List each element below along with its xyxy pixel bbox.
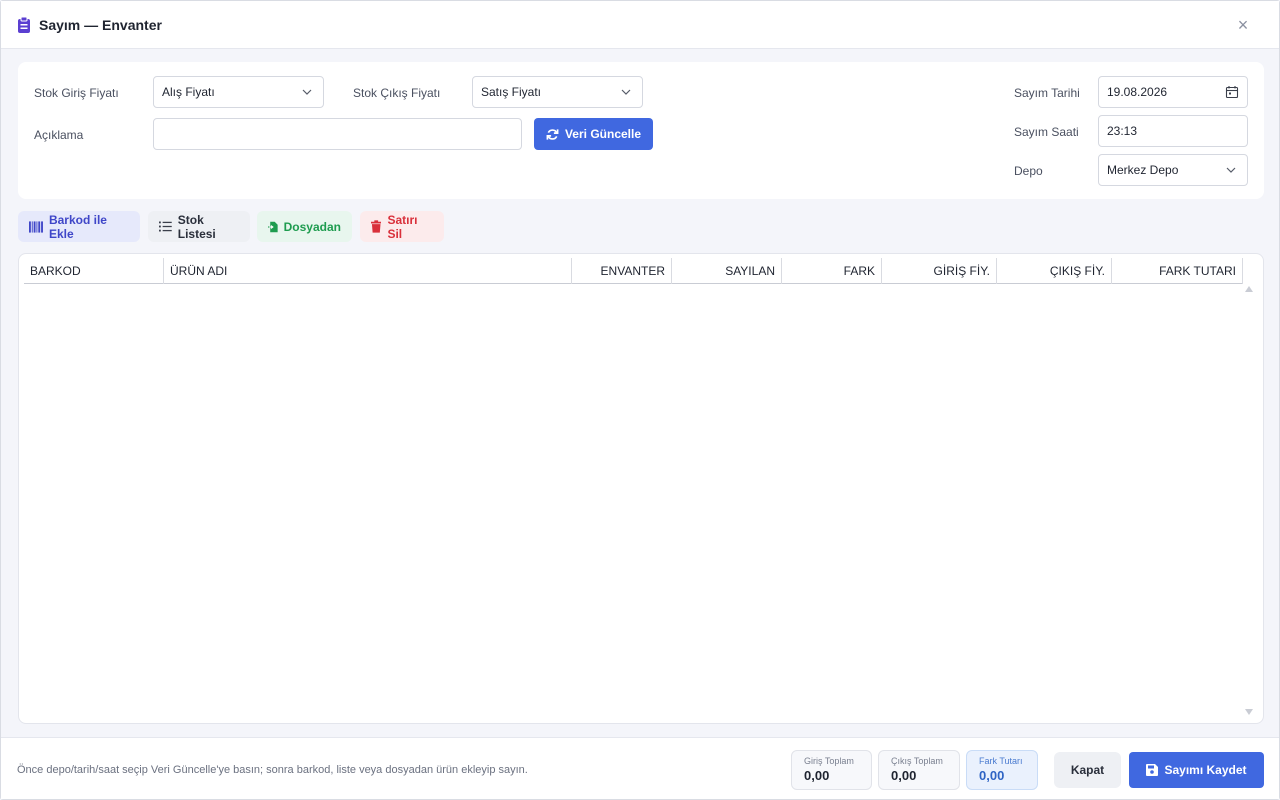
close-button[interactable]: Kapat (1054, 752, 1121, 788)
stock-in-price-label: Stok Giriş Fiyatı (34, 86, 119, 100)
clipboard-icon (17, 16, 31, 33)
stock-list-button[interactable]: Stok Listesi (148, 211, 250, 242)
import-from-file-label: Dosyadan (283, 219, 341, 234)
barcode-icon (29, 220, 43, 233)
footer-hint: Önce depo/tarih/saat seçip Veri Güncelle… (17, 764, 528, 776)
scroll-up-arrow-icon[interactable] (1245, 286, 1253, 292)
refresh-data-button[interactable]: Veri Güncelle (534, 118, 653, 150)
calendar-icon[interactable] (1225, 85, 1239, 99)
out-total-label: Çıkış Toplam (891, 756, 943, 766)
stock-out-price-value: Satış Fiyatı (481, 85, 542, 99)
column-header-difference[interactable]: FARK (782, 258, 882, 284)
column-header-counted[interactable]: SAYILAN (672, 258, 782, 284)
warehouse-select[interactable]: Merkez Depo (1098, 154, 1248, 186)
scroll-down-arrow-icon[interactable] (1245, 709, 1253, 715)
chevron-down-icon (621, 89, 631, 95)
stock-out-price-label: Stok Çıkış Fiyatı (353, 86, 441, 100)
column-header-product-name[interactable]: ÜRÜN ADI (164, 258, 572, 284)
column-header-inventory[interactable]: ENVANTER (572, 258, 672, 284)
import-from-file-button[interactable]: Dosyadan (257, 211, 352, 242)
save-count-label: Sayımı Kaydet (1164, 763, 1247, 777)
stock-out-price-select[interactable]: Satış Fiyatı (472, 76, 643, 108)
list-icon (159, 221, 172, 232)
title-bar: Sayım — Envanter × (1, 1, 1279, 49)
refresh-button-label: Veri Güncelle (564, 127, 642, 141)
save-count-button[interactable]: Sayımı Kaydet (1129, 752, 1264, 788)
difference-total-value: 0,00 (979, 768, 1005, 783)
column-header-difference-amount[interactable]: FARK TUTARI (1112, 258, 1243, 284)
warehouse-value: Merkez Depo (1107, 163, 1179, 177)
save-icon (1146, 764, 1159, 776)
column-header-barcode[interactable]: BARKOD (24, 258, 164, 284)
warehouse-label: Depo (1014, 164, 1043, 178)
delete-row-button[interactable]: Satırı Sil (360, 211, 444, 242)
stock-list-label: Stok Listesi (177, 212, 216, 241)
add-by-barcode-label: Barkod ile Ekle (48, 212, 107, 241)
table-header: BARKOD ÜRÜN ADI ENVANTER SAYILAN FARK Gİ… (24, 258, 1243, 284)
inventory-count-window: Sayım — Envanter × Stok Giriş Fiyatı Alı… (0, 0, 1280, 800)
count-time-label: Sayım Saati (1014, 125, 1079, 139)
stock-in-price-select[interactable]: Alış Fiyatı (153, 76, 324, 108)
file-import-icon (268, 221, 278, 232)
chevron-down-icon (302, 89, 312, 95)
count-date-input[interactable]: 19.08.2026 (1098, 76, 1248, 108)
in-total-label: Giriş Toplam (804, 756, 854, 766)
count-date-label: Sayım Tarihi (1014, 86, 1080, 100)
count-time-value: 23:13 (1107, 124, 1138, 138)
column-header-in-price[interactable]: GİRİŞ FİY. (882, 258, 997, 284)
out-total-value: 0,00 (891, 768, 917, 783)
inventory-table: BARKOD ÜRÜN ADI ENVANTER SAYILAN FARK Gİ… (18, 253, 1264, 724)
difference-total-label: Fark Tutarı (979, 756, 1023, 766)
trash-icon (371, 220, 382, 233)
filter-panel: Stok Giriş Fiyatı Alış Fiyatı Stok Çıkış… (18, 62, 1264, 199)
out-total-box: Çıkış Toplam 0,00 (878, 750, 960, 790)
description-input[interactable] (153, 118, 522, 150)
count-time-input[interactable]: 23:13 (1098, 115, 1248, 147)
delete-row-label: Satırı Sil (387, 212, 418, 241)
in-total-value: 0,00 (804, 768, 830, 783)
difference-total-box: Fark Tutarı 0,00 (966, 750, 1038, 790)
in-total-box: Giriş Toplam 0,00 (791, 750, 872, 790)
chevron-down-icon (1226, 167, 1236, 173)
window-title: Sayım — Envanter (39, 16, 162, 33)
stock-in-price-value: Alış Fiyatı (162, 85, 215, 99)
footer-bar: Önce depo/tarih/saat seçip Veri Güncelle… (1, 737, 1279, 799)
column-header-out-price[interactable]: ÇIKIŞ FİY. (997, 258, 1112, 284)
refresh-icon (546, 128, 559, 140)
add-by-barcode-button[interactable]: Barkod ile Ekle (18, 211, 140, 242)
count-date-value: 19.08.2026 (1107, 85, 1168, 99)
description-label: Açıklama (34, 128, 84, 142)
close-icon[interactable]: × (1233, 15, 1253, 35)
